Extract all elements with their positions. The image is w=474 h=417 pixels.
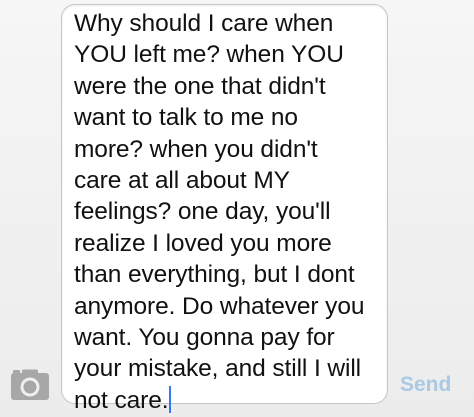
text-caret: [169, 385, 172, 413]
camera-button[interactable]: [6, 368, 54, 402]
message-line: more? when you didn't: [74, 135, 318, 163]
message-line: want. You gonna pay for: [74, 324, 335, 352]
message-text: Why should I care when YOU left me? when…: [74, 8, 394, 416]
message-input[interactable]: Why should I care when YOU left me? when…: [61, 4, 388, 414]
camera-icon: [11, 369, 49, 400]
message-line: than everything, but I dont: [74, 261, 355, 289]
message-line: Why should I care when: [74, 10, 334, 37]
message-line: YOU left me? when YOU: [74, 41, 344, 69]
message-line: your mistake, and still I will: [74, 355, 362, 383]
message-line: realize I loved you more: [74, 229, 332, 257]
compose-bar: Why should I care when YOU left me? when…: [0, 0, 474, 417]
message-line: want to talk to me no: [74, 104, 298, 132]
send-button[interactable]: Send: [400, 368, 470, 402]
message-line: anymore. Do whatever you: [74, 292, 365, 320]
message-line: were the one that didn't: [74, 72, 326, 100]
message-line: not care.: [74, 386, 169, 414]
message-line: care at all about MY: [74, 167, 290, 195]
message-line: feelings? one day, you'll: [74, 198, 331, 226]
